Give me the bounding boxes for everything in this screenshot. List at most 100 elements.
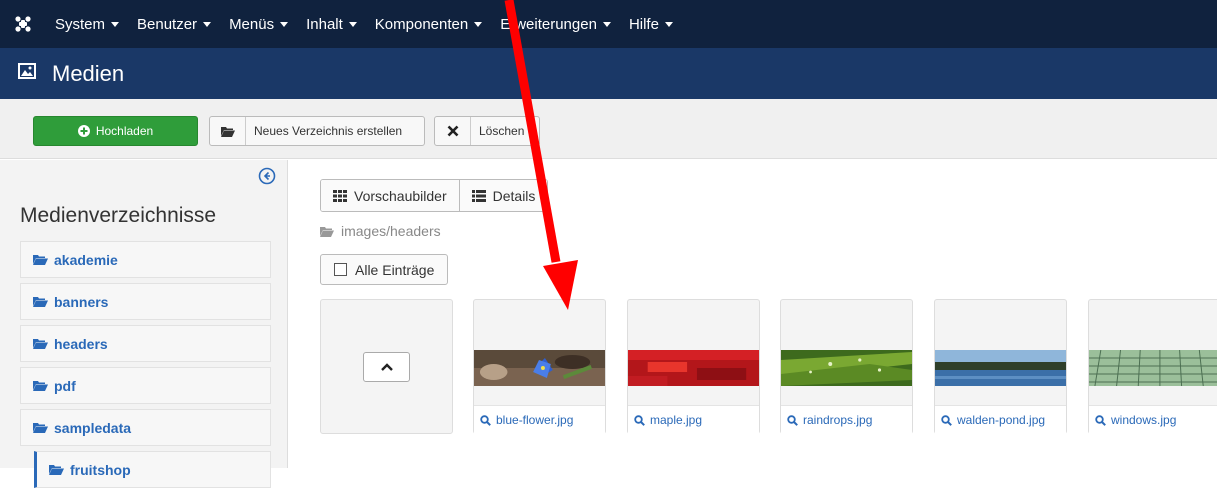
menu-label: Benutzer [137, 15, 198, 33]
maple-thumbnail [628, 350, 759, 386]
folder-open-icon [210, 117, 246, 145]
folder-open-icon [49, 464, 64, 475]
search-icon [1095, 414, 1106, 426]
menu-inhalt[interactable]: Inhalt [297, 0, 366, 48]
sidebar-title: Medienverzeichnisse [20, 204, 217, 227]
collapse-sidebar-icon[interactable] [258, 167, 276, 185]
caret-down-icon [602, 21, 611, 27]
joomla-logo-icon[interactable] [0, 0, 46, 48]
delete-button[interactable]: Löschen [434, 116, 540, 146]
sidebar-item-sampledata[interactable]: sampledata [20, 409, 271, 446]
page-header: Medien [0, 48, 1217, 99]
checkbox[interactable] [334, 263, 347, 276]
menu-label: Menüs [229, 15, 275, 33]
folder-open-icon [33, 380, 48, 391]
folder-up-tile[interactable] [320, 299, 453, 434]
file-name-label: maple.jpg [650, 413, 703, 427]
file-name[interactable]: blue-flower.jpg [474, 405, 605, 434]
breadcrumb-path: images/headers [341, 223, 441, 239]
menu-hilfe[interactable]: Hilfe [620, 0, 682, 48]
windows-thumbnail [1089, 350, 1217, 386]
select-all-label: Alle Einträge [355, 261, 435, 278]
menu-komponenten[interactable]: Komponenten [366, 0, 491, 48]
new-folder-label: Neues Verzeichnis erstellen [254, 124, 403, 138]
sidebar-item-akademie[interactable]: akademie [20, 241, 271, 278]
raindrops-thumbnail [781, 350, 912, 386]
menu-label: Inhalt [306, 15, 343, 33]
upload-button[interactable]: Hochladen [33, 116, 198, 146]
menu-menues[interactable]: Menüs [220, 0, 297, 48]
folder-open-icon [33, 338, 48, 349]
file-name-label: blue-flower.jpg [496, 413, 574, 427]
select-all-button[interactable]: Alle Einträge [320, 254, 449, 285]
blue-flower-thumbnail [474, 350, 605, 386]
details-view-label: Details [492, 187, 536, 204]
media-tile[interactable]: blue-flower.jpg [473, 299, 606, 434]
folder-label: akademie [54, 251, 118, 268]
media-tile[interactable]: walden-pond.jpg [934, 299, 1067, 434]
file-name-label: windows.jpg [1111, 413, 1177, 427]
menu-label: Erweiterungen [500, 15, 597, 33]
menu-benutzer[interactable]: Benutzer [128, 0, 220, 48]
folder-label: banners [54, 293, 109, 310]
details-view-button[interactable]: Details [458, 180, 548, 211]
file-name-label: walden-pond.jpg [957, 413, 1046, 427]
search-icon [787, 414, 798, 426]
menu-system[interactable]: System [46, 0, 128, 48]
search-icon [480, 414, 491, 426]
sidebar-item-headers[interactable]: headers [20, 325, 271, 362]
view-switch: Vorschaubilder Details [320, 179, 549, 212]
folder-label: fruitshop [70, 461, 131, 478]
folder-open-icon [33, 422, 48, 433]
sidebar: Medienverzeichnisse akademie banners hea… [0, 160, 288, 488]
caret-down-icon [348, 21, 357, 27]
file-name[interactable]: maple.jpg [628, 405, 759, 434]
folder-up-button[interactable] [363, 352, 410, 382]
folder-label: sampledata [54, 419, 132, 436]
folder-open-icon [320, 226, 334, 237]
caret-down-icon [280, 21, 289, 27]
new-folder-button[interactable]: Neues Verzeichnis erstellen [209, 116, 425, 146]
thumbnails-view-button[interactable]: Vorschaubilder [321, 180, 459, 211]
thumbnails-view-label: Vorschaubilder [354, 187, 447, 204]
list-icon [471, 189, 486, 202]
caret-down-icon [474, 21, 483, 27]
toolbar: Hochladen Neues Verzeichnis erstellen Lö… [0, 99, 1217, 159]
grid-icon [333, 189, 347, 202]
close-icon [435, 117, 471, 145]
media-main-area: Vorschaubilder Details images/headers Al… [289, 160, 1217, 468]
main-menu: System Benutzer Menüs Inhalt Komponenten… [46, 0, 682, 48]
caret-down-icon [664, 21, 673, 27]
menu-label: System [55, 15, 106, 33]
walden-pond-thumbnail [935, 350, 1066, 386]
sidebar-item-fruitshop[interactable]: fruitshop [34, 451, 271, 488]
page-title: Medien [52, 60, 125, 86]
sidebar-item-pdf[interactable]: pdf [20, 367, 271, 404]
menu-label: Hilfe [628, 15, 659, 33]
sidebar-item-banners[interactable]: banners [20, 283, 271, 320]
breadcrumb: images/headers [320, 223, 441, 239]
image-icon [18, 63, 36, 84]
folder-label: headers [54, 335, 108, 352]
menu-erweiterungen[interactable]: Erweiterungen [491, 0, 620, 48]
menu-label: Komponenten [374, 15, 469, 33]
folder-open-icon [33, 254, 48, 265]
chevron-up-icon [380, 363, 393, 371]
file-name[interactable]: windows.jpg [1089, 405, 1217, 434]
folder-label: pdf [54, 377, 76, 394]
caret-down-icon [203, 21, 212, 27]
file-name[interactable]: walden-pond.jpg [935, 405, 1066, 434]
folder-open-icon [33, 296, 48, 307]
search-icon [941, 414, 952, 426]
upload-label: Hochladen [95, 124, 154, 138]
media-tile[interactable]: maple.jpg [627, 299, 760, 434]
plus-circle-icon [77, 125, 90, 137]
media-tile[interactable]: windows.jpg [1088, 299, 1217, 434]
file-name[interactable]: raindrops.jpg [781, 405, 912, 434]
delete-label: Löschen [479, 124, 525, 138]
file-name-label: raindrops.jpg [803, 413, 873, 427]
caret-down-icon [111, 21, 120, 27]
media-tile[interactable]: raindrops.jpg [780, 299, 913, 434]
top-navbar: System Benutzer Menüs Inhalt Komponenten… [0, 0, 1217, 48]
search-icon [634, 414, 645, 426]
